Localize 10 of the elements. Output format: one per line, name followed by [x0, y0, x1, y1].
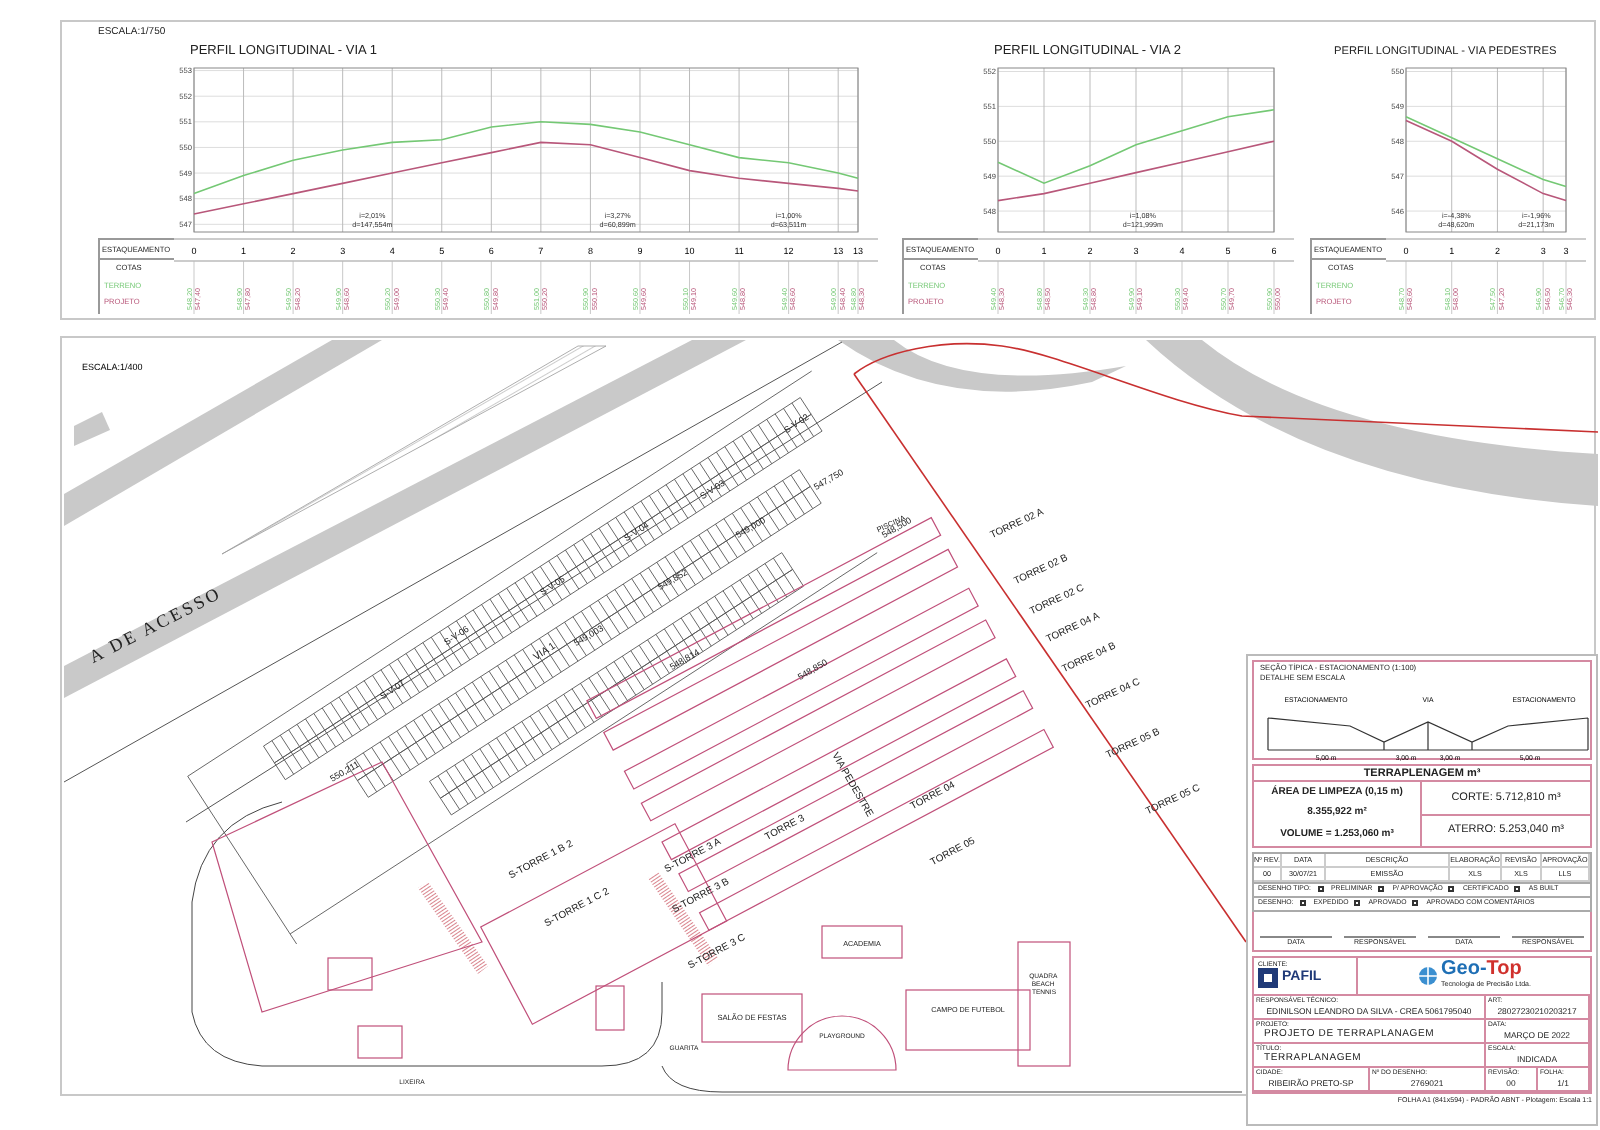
checkbox[interactable]: [1317, 886, 1324, 893]
globe-icon: [1417, 966, 1438, 986]
checkbox[interactable]: [1448, 886, 1455, 893]
checkbox[interactable]: [1412, 900, 1419, 907]
square-logo-icon: [1258, 968, 1278, 989]
checkbox[interactable]: [1299, 900, 1306, 907]
company-logo: Geo-Top: [1441, 960, 1524, 981]
checkbox[interactable]: [1354, 900, 1361, 907]
checkbox[interactable]: [1378, 886, 1385, 893]
checkbox[interactable]: [1514, 886, 1521, 893]
